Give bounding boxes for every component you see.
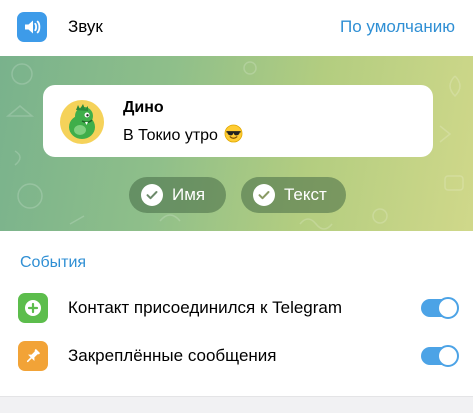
dino-avatar-icon <box>60 100 104 144</box>
event-contact-joined-row[interactable]: Контакт присоединился к Telegram <box>0 285 473 331</box>
toggle-knob <box>437 345 459 367</box>
speaker-icon <box>17 12 47 42</box>
show-name-toggle-chip[interactable]: Имя <box>129 177 226 213</box>
message-notification-card: Дино В Токио утро <box>43 85 433 157</box>
sunglasses-emoji-icon <box>224 124 243 148</box>
show-name-label: Имя <box>172 185 206 204</box>
checkmark-icon <box>141 184 163 206</box>
toggle-knob <box>437 297 459 319</box>
contact-joined-toggle[interactable] <box>421 297 459 319</box>
sound-setting-row[interactable]: Звук По умолчанию <box>0 0 473 56</box>
checkmark-icon <box>253 184 275 206</box>
show-text-label: Текст <box>284 185 327 204</box>
section-divider <box>0 396 473 413</box>
plus-circle-icon <box>18 293 48 323</box>
notification-preview: Дино В Токио утро Имя Текст <box>0 56 473 231</box>
event-pinned-messages-row[interactable]: Закреплённые сообщения <box>0 333 473 379</box>
event-pinned-messages-label: Закреплённые сообщения <box>68 346 277 365</box>
sound-value[interactable]: По умолчанию <box>340 17 455 37</box>
message-text: В Токио утро <box>123 127 218 144</box>
sound-label: Звук <box>68 17 103 36</box>
message-preview-text: В Токио утро <box>123 124 243 148</box>
pinned-messages-toggle[interactable] <box>421 345 459 367</box>
events-section-title: События <box>20 254 87 271</box>
contact-name: Дино <box>123 99 164 116</box>
event-contact-joined-label: Контакт присоединился к Telegram <box>68 298 343 317</box>
pin-icon <box>18 341 48 371</box>
show-text-toggle-chip[interactable]: Текст <box>241 177 346 213</box>
